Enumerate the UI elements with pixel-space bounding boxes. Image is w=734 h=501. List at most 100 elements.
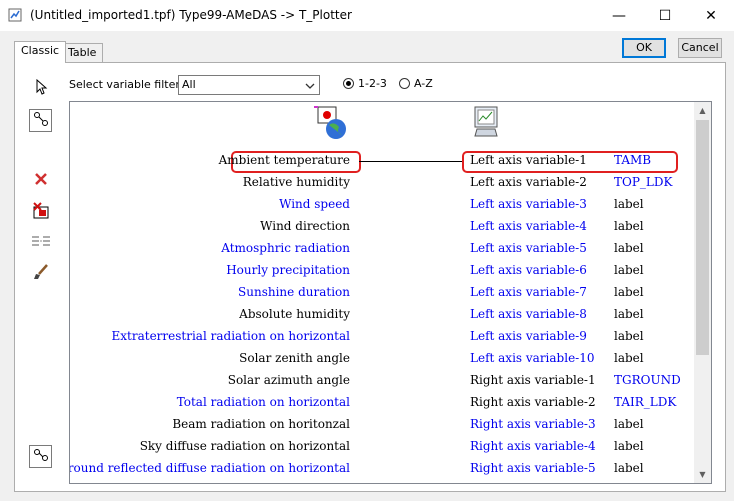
variable-label[interactable]: label (614, 351, 644, 365)
output-variable[interactable]: Right axis variable-2 (470, 395, 596, 409)
sort-alpha-label: A-Z (414, 77, 433, 90)
cancel-button[interactable]: Cancel (678, 38, 722, 58)
input-variable[interactable]: Hourly precipitation (226, 263, 350, 277)
output-variable[interactable]: Left axis variable-9 (470, 329, 587, 343)
variable-label[interactable]: label (614, 241, 644, 255)
variable-label[interactable]: label (614, 285, 644, 299)
title-bar: (Untitled_imported1.tpf) Type99-AMeDAS -… (0, 0, 734, 31)
tab-classic[interactable]: Classic (14, 41, 67, 63)
close-icon: ✕ (705, 7, 717, 24)
input-variable[interactable]: Solar zenith angle (239, 351, 350, 365)
maximize-button[interactable]: ☐ (642, 0, 688, 31)
delete-link-icon (32, 201, 50, 222)
output-variable[interactable]: Right axis variable-4 (470, 439, 596, 453)
vertical-scrollbar[interactable]: ▲ ▼ (694, 102, 711, 483)
table-row: Sunshine duration Left axis variable-7 lab… (70, 282, 690, 304)
input-variable[interactable]: Sunshine duration (238, 285, 350, 299)
input-variable[interactable]: Sky diffuse radiation on horizontal (140, 439, 350, 453)
reorder-icon (31, 234, 51, 251)
table-row: Extraterrestrial radiation on horizontal… (70, 326, 690, 348)
table-row: Ambient temperature Left axis variable-1 T… (70, 150, 690, 172)
table-row: Sky diffuse radiation on horizontal Right… (70, 436, 690, 458)
output-variable[interactable]: Left axis variable-4 (470, 219, 587, 233)
radio-dot (399, 78, 410, 89)
table-row: Wind speed Left axis variable-3 label (70, 194, 690, 216)
chevron-down-icon (305, 79, 315, 97)
delete-link-button[interactable] (29, 200, 52, 223)
variable-label[interactable]: TAIR_LDK (614, 395, 676, 409)
table-row: Total radiation on horizontal Right axis … (70, 392, 690, 414)
tab-table[interactable]: Table (61, 43, 104, 63)
sort-numeric-label: 1-2-3 (358, 77, 387, 90)
output-variable[interactable]: Right axis variable-3 (470, 417, 596, 431)
variable-label[interactable]: label (614, 263, 644, 277)
source-component-icon (312, 105, 350, 144)
link-tool-button[interactable] (29, 109, 52, 132)
output-variable[interactable]: Left axis variable-7 (470, 285, 587, 299)
input-variable[interactable]: Total radiation on horizontal (177, 395, 350, 409)
variable-label[interactable]: TAMB (614, 153, 651, 167)
input-variable[interactable]: Solar azimuth angle (228, 373, 350, 387)
radio-dot (343, 78, 354, 89)
input-variable[interactable]: Ground reflected diffuse radiation on ho… (70, 461, 350, 475)
output-variable[interactable]: Left axis variable-3 (470, 197, 587, 211)
input-variable[interactable]: Ambient temperature (219, 153, 350, 167)
input-variable[interactable]: Wind speed (279, 197, 350, 211)
scroll-down-arrow-icon[interactable]: ▼ (694, 466, 711, 483)
brush-icon (32, 263, 50, 284)
output-variable[interactable]: Right axis variable-1 (470, 373, 596, 387)
variable-label[interactable]: TGROUND (614, 373, 681, 387)
table-row: Solar zenith angle Left axis variable-10 l… (70, 348, 690, 370)
sort-alpha-radio[interactable]: A-Z (399, 77, 433, 90)
delete-button[interactable] (29, 169, 52, 192)
plotter-component-icon (472, 105, 500, 142)
connection-grid[interactable]: Ambient temperature Left axis variable-1 T… (69, 101, 712, 484)
input-variable[interactable]: Extraterrestrial radiation on horizontal (112, 329, 350, 343)
maximize-icon: ☐ (658, 7, 672, 24)
table-row: Ground reflected diffuse radiation on ho… (70, 458, 690, 480)
variable-label[interactable]: label (614, 307, 644, 321)
link-icon (33, 111, 49, 130)
pointer-icon (34, 78, 48, 98)
table-row: Hourly precipitation Left axis variable-6… (70, 260, 690, 282)
delete-icon (33, 171, 49, 190)
minimize-button[interactable]: — (596, 0, 642, 31)
output-variable[interactable]: Left axis variable-2 (470, 175, 587, 189)
scroll-up-arrow-icon[interactable]: ▲ (694, 102, 711, 119)
input-variable[interactable]: Atmosphric radiation (221, 241, 350, 255)
table-row: Absolute humidity Left axis variable-8 lab… (70, 304, 690, 326)
output-variable[interactable]: Left axis variable-8 (470, 307, 587, 321)
table-row: Wind direction Left axis variable-4 label (70, 216, 690, 238)
variable-label[interactable]: label (614, 219, 644, 233)
variable-label[interactable]: label (614, 417, 644, 431)
input-variable[interactable]: Wind direction (260, 219, 350, 233)
chain-tool-button[interactable] (29, 445, 52, 468)
variable-label[interactable]: label (614, 439, 644, 453)
variable-label[interactable]: label (614, 461, 644, 475)
table-row: Relative humidity Left axis variable-2 TOP… (70, 172, 690, 194)
scrollbar-thumb[interactable] (696, 120, 709, 355)
sort-numeric-radio[interactable]: 1-2-3 (343, 77, 387, 90)
input-variable[interactable]: Relative humidity (243, 175, 350, 189)
variable-label[interactable]: label (614, 329, 644, 343)
window-title: (Untitled_imported1.tpf) Type99-AMeDAS -… (30, 8, 352, 22)
output-variable[interactable]: Left axis variable-1 (470, 153, 587, 167)
close-button[interactable]: ✕ (688, 0, 734, 31)
variable-filter-select[interactable]: All (178, 75, 320, 95)
brush-button[interactable] (29, 262, 52, 285)
variable-label[interactable]: TOP_LDK (614, 175, 672, 189)
output-variable[interactable]: Left axis variable-6 (470, 263, 587, 277)
table-row: Atmosphric radiation Left axis variable-5… (70, 238, 690, 260)
output-variable[interactable]: Left axis variable-10 (470, 351, 595, 365)
variable-label[interactable]: label (614, 197, 644, 211)
pointer-tool-button[interactable] (29, 77, 52, 100)
input-variable[interactable]: Absolute humidity (239, 307, 350, 321)
app-icon (8, 8, 22, 22)
ok-button[interactable]: OK (622, 38, 666, 58)
output-variable[interactable]: Right axis variable-5 (470, 461, 596, 475)
reorder-button (29, 231, 52, 254)
input-variable[interactable]: Beam radiation on horitonzal (172, 417, 350, 431)
table-row: Solar azimuth angle Right axis variable-1… (70, 370, 690, 392)
output-variable[interactable]: Left axis variable-5 (470, 241, 587, 255)
minimize-icon: — (612, 7, 626, 24)
